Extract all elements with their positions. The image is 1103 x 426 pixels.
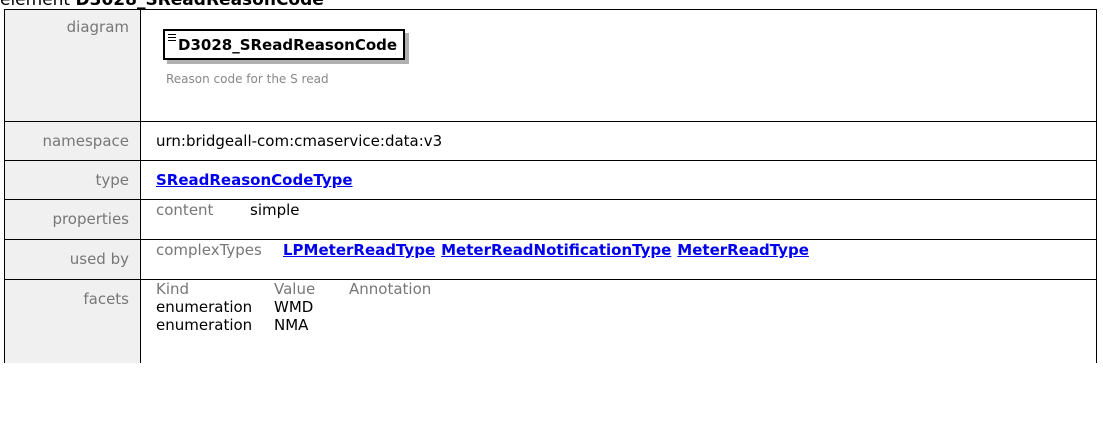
facets-inner-table: Kind Value Annotation enumeration WMD en… [156,280,431,334]
properties-cell: content simple [140,199,1097,240]
type-cell: SReadReasonCodeType [140,160,1097,200]
facet-row: enumeration NMA [156,316,431,334]
facet-kind: enumeration [156,316,253,334]
facets-row: facets Kind Value Annotation enumeration… [4,279,1097,363]
facet-annotation [349,298,431,316]
facet-annotation [349,316,431,334]
used-by-cell: complexTypes LPMeterReadType MeterReadNot… [140,239,1097,280]
used-by-inner-table: complexTypes LPMeterReadType MeterReadNot… [156,241,815,259]
properties-label: properties [4,199,141,240]
facets-label: facets [4,279,141,363]
facet-value: NMA [274,316,309,334]
used-by-key: complexTypes [156,241,262,259]
facets-cell: Kind Value Annotation enumeration WMD en… [140,279,1097,363]
used-by-link[interactable]: LPMeterReadType [283,241,435,259]
namespace-row: namespace urn:bridgeall-com:cmaservice:d… [4,121,1097,161]
lines-icon [168,34,176,43]
element-properties-table: diagram D3028_SReadReasonCode Reason cod… [4,9,1097,363]
properties-key: content [156,201,214,219]
type-label: type [4,160,141,200]
facets-header-value: Value [274,280,316,298]
properties-value: simple [250,201,300,219]
properties-row: properties content simple [4,199,1097,240]
namespace-value: urn:bridgeall-com:cmaservice:data:v3 [140,121,1097,161]
diagram-element-title: D3028_SReadReasonCode [178,36,398,54]
used-by-label: used by [4,239,141,280]
namespace-label: namespace [4,121,141,161]
diagram-label: diagram [4,9,141,122]
used-by-link[interactable]: MeterReadType [677,241,809,259]
facet-value: WMD [274,298,314,316]
type-link[interactable]: SReadReasonCodeType [156,171,353,189]
facets-header-kind: Kind [156,280,190,298]
properties-inner-table: content simple [156,201,300,219]
facet-row: enumeration WMD [156,298,431,316]
diagram-cell: D3028_SReadReasonCode Reason code for th… [140,9,1097,122]
diagram-row: diagram D3028_SReadReasonCode Reason cod… [4,9,1097,122]
used-by-link[interactable]: MeterReadNotificationType [441,241,671,259]
type-row: type SReadReasonCodeType [4,160,1097,200]
diagram-description: Reason code for the S read [166,72,329,86]
diagram-element-box[interactable]: D3028_SReadReasonCode [163,29,406,60]
used-by-links: LPMeterReadType MeterReadNotificationType… [283,241,815,259]
used-by-row: used by complexTypes LPMeterReadType Mete… [4,239,1097,280]
facet-kind: enumeration [156,298,253,316]
facets-header-annotation: Annotation [349,280,432,298]
facets-header-row: Kind Value Annotation [156,280,431,298]
